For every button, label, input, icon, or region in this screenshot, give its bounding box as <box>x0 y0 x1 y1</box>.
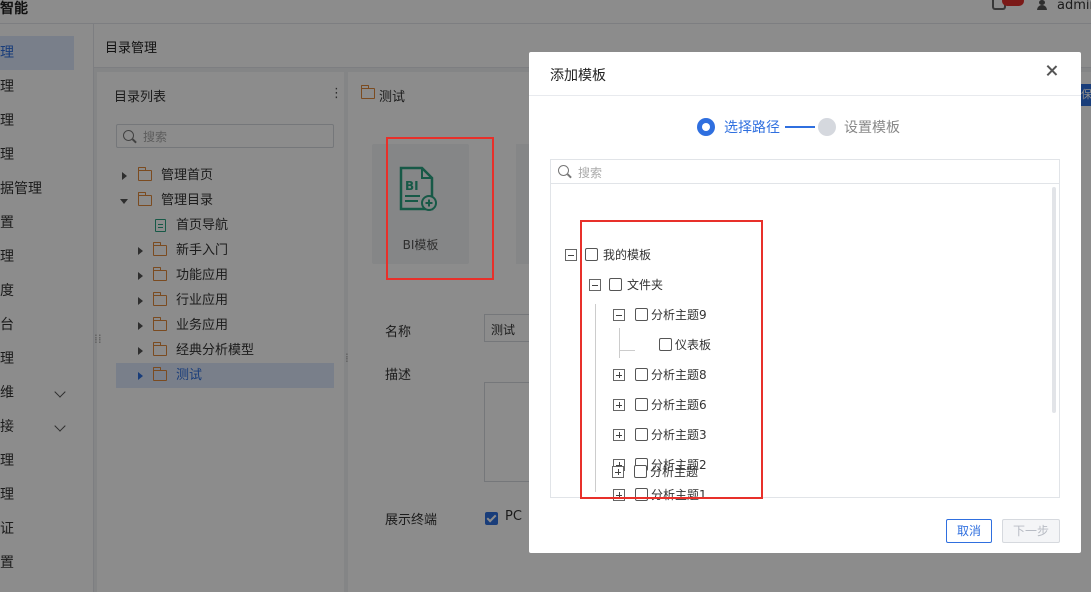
search-icon <box>558 165 569 176</box>
dialog-title: 添加模板 <box>550 68 606 84</box>
highlight-box <box>386 137 494 280</box>
next-step-button[interactable]: 下一步 <box>1002 519 1060 543</box>
tree-search-input[interactable]: 搜索 <box>551 160 1059 184</box>
step-set-template: 设置模板 <box>844 120 900 136</box>
collapse-icon[interactable] <box>565 249 577 261</box>
highlight-box <box>580 220 763 499</box>
scrollbar[interactable] <box>1052 187 1056 413</box>
search-placeholder: 搜索 <box>578 166 603 180</box>
step-active-icon <box>697 118 715 136</box>
cancel-button[interactable]: 取消 <box>946 519 992 543</box>
step-inactive-icon <box>818 118 836 136</box>
dialog-header: 添加模板 <box>529 52 1081 96</box>
step-select-path: 选择路径 <box>724 120 780 136</box>
step-connector <box>785 126 815 128</box>
close-icon[interactable] <box>1045 64 1059 78</box>
